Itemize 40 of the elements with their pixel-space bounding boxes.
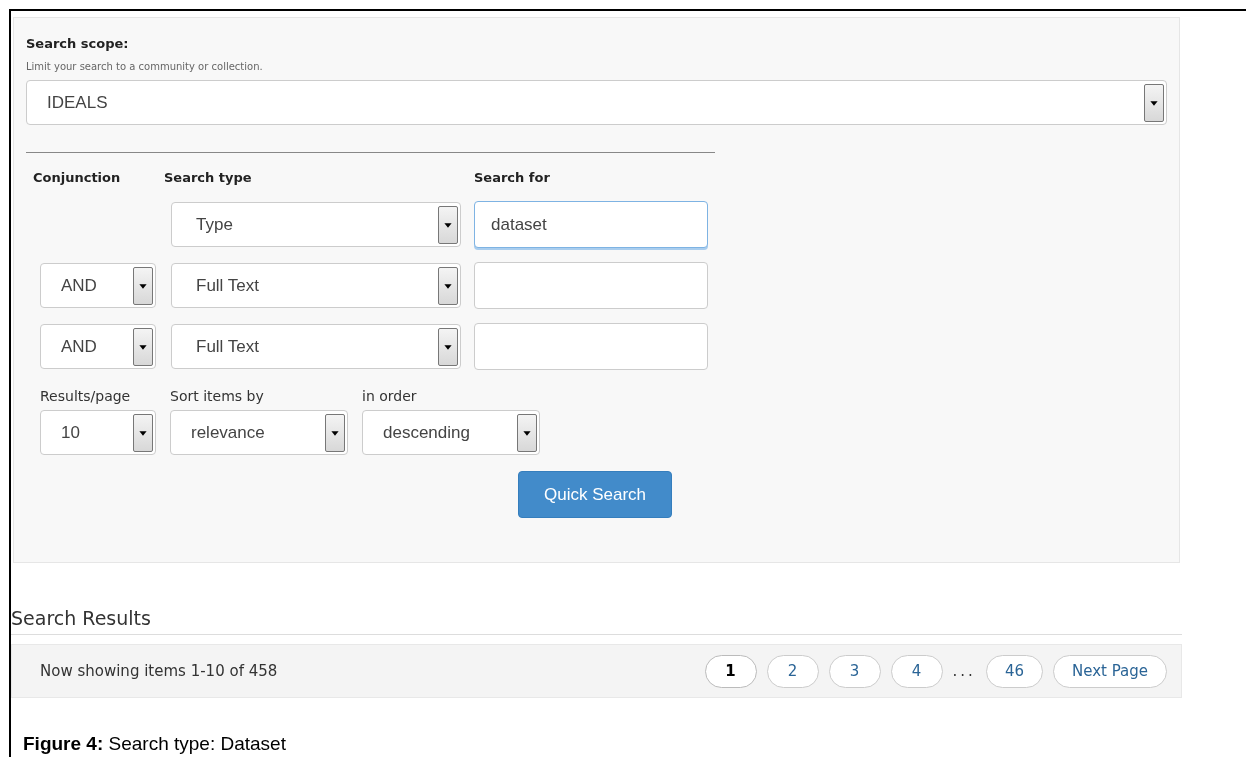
caret-icon (325, 413, 345, 452)
search-type-select[interactable]: Type (171, 202, 461, 247)
search-type-select[interactable]: Full Text (171, 263, 461, 308)
option-label: in order (362, 388, 418, 404)
results-heading: Search Results (11, 607, 152, 629)
page-button[interactable]: 46 (985, 654, 1043, 688)
results-summary: Now showing items 1-10 of 458 (40, 662, 278, 680)
page-ellipsis: ... (952, 662, 976, 680)
search-for-field[interactable] (474, 262, 708, 309)
option-select[interactable]: relevance (170, 410, 348, 455)
caret-icon (517, 413, 537, 452)
caret-icon (133, 413, 153, 452)
scope-hint: Limit your search to a community or collection. (26, 61, 264, 72)
option-select[interactable]: descending (362, 410, 540, 455)
column-header: Conjunction (33, 169, 122, 185)
option-select[interactable]: 10 (40, 410, 156, 455)
column-header: Search for (474, 169, 551, 185)
scope-select[interactable]: IDEALS (26, 80, 1167, 125)
search-type-select[interactable]: Full Text (171, 324, 461, 369)
search-for-field[interactable]: dataset (474, 201, 708, 248)
option-label: Sort items by (170, 388, 265, 404)
caret-icon (438, 327, 458, 366)
conjunction-select[interactable]: AND (40, 324, 156, 369)
caret-icon (133, 266, 153, 305)
figure-caption: Figure 4: Search type: Dataset (23, 733, 287, 755)
option-label: Results/page (40, 388, 132, 404)
page-button[interactable]: 1 (704, 654, 757, 688)
caret-icon (438, 266, 458, 305)
quick-search-button[interactable]: Quick Search (518, 471, 672, 518)
conjunction-select[interactable]: AND (40, 263, 156, 308)
page-button[interactable]: Next Page (1052, 654, 1167, 688)
caret-icon (133, 327, 153, 366)
column-header: Search type (164, 169, 253, 185)
caret-icon (438, 205, 458, 244)
page-button[interactable]: 4 (890, 654, 943, 688)
page-button[interactable]: 3 (828, 654, 881, 688)
scope-label: Search scope: (26, 36, 130, 51)
page-button[interactable]: 2 (766, 654, 819, 688)
caret-icon (1144, 83, 1164, 122)
search-for-field[interactable] (474, 323, 708, 370)
